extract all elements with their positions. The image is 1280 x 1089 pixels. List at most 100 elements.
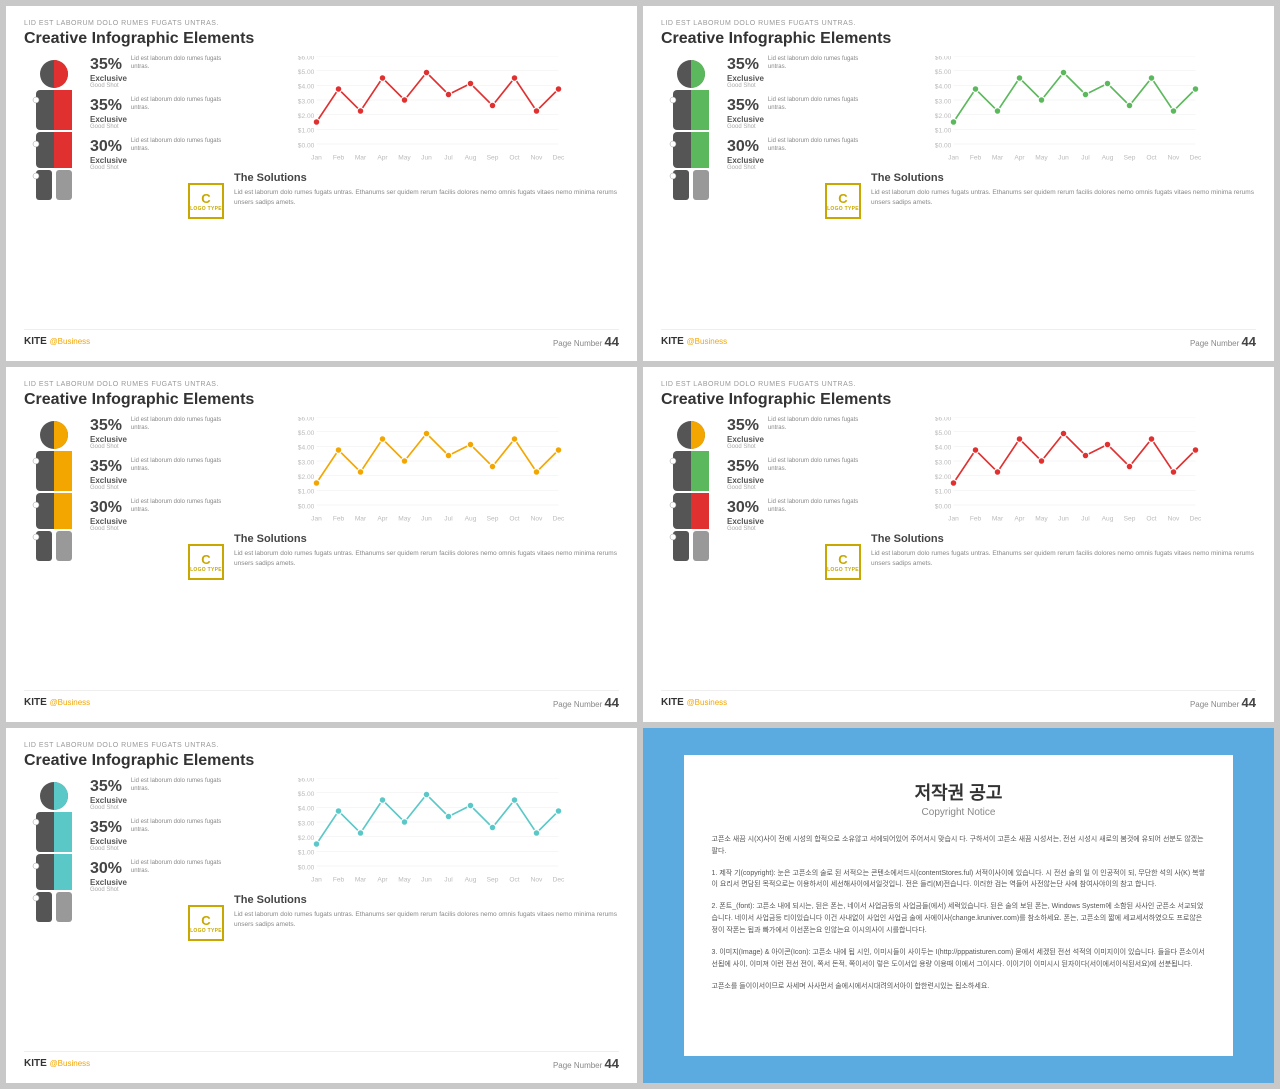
svg-text:Jul: Jul xyxy=(444,876,453,883)
stat-item-3: 30% Exclusive Good Shot Lid est laborum … xyxy=(727,499,861,532)
svg-text:Jun: Jun xyxy=(421,154,432,161)
svg-text:Aug: Aug xyxy=(465,876,477,883)
svg-text:Dec: Dec xyxy=(553,876,565,883)
svg-text:$2.00: $2.00 xyxy=(935,474,952,481)
stat-percentage-3: 30% xyxy=(90,138,127,156)
svg-text:Jul: Jul xyxy=(444,515,453,522)
human-figure xyxy=(661,417,721,582)
stat-label-2: Exclusive Good Shot xyxy=(90,115,127,130)
footer-page: Page Number 44 xyxy=(1190,695,1256,710)
figure-area: 35% Exclusive Good Shot Lid est laborum … xyxy=(661,417,861,582)
stat-label-3: Exclusive Good Shot xyxy=(90,878,127,893)
stat-desc-3: Lid est laborum dolo rumes fugats untras… xyxy=(131,860,224,876)
stat-percentage-1: 35% xyxy=(90,778,127,796)
stat-label-2: Exclusive Good Shot xyxy=(90,476,127,491)
copyright-body: 고픈소 새끔 시(X)사이 전에 시성의 합적으로 소유않고 서에되어있어 주어… xyxy=(712,834,1206,993)
right-section: $6.00$5.00$4.00$3.00$2.00$1.00$0.00 JanF… xyxy=(234,417,619,684)
stat-label-1: Exclusive Good Shot xyxy=(727,74,764,89)
stats-list: 35% Exclusive Good Shot Lid est laborum … xyxy=(90,778,224,941)
solutions-text: Lid est laborum dolo rumes fugats untras… xyxy=(234,188,619,208)
stat-label-1: Exclusive Good Shot xyxy=(90,74,127,89)
stat-item-3: 30% Exclusive Good Shot Lid est laborum … xyxy=(727,138,861,171)
footer-page: Page Number 44 xyxy=(553,695,619,710)
svg-text:Oct: Oct xyxy=(1146,154,1156,161)
stat-percentage-2: 35% xyxy=(90,819,127,837)
stat-label-2: Exclusive Good Shot xyxy=(90,837,127,852)
solutions-title: The Solutions xyxy=(871,172,1256,184)
stat-item-2: 35% Exclusive Good Shot Lid est laborum … xyxy=(90,97,224,130)
slide-5: LID EST LABORUM DOLO RUMES FUGATS UNTRAS… xyxy=(6,728,637,1083)
svg-text:$2.00: $2.00 xyxy=(298,474,315,481)
right-section: $6.00$5.00$4.00$3.00$2.00$1.00$0.00 JanF… xyxy=(234,56,619,323)
slide-footer: KITE @Business Page Number 44 xyxy=(24,1051,619,1071)
svg-text:$3.00: $3.00 xyxy=(298,459,315,466)
footer-brand: KITE @Business xyxy=(24,1058,90,1069)
slide-subtitle: LID EST LABORUM DOLO RUMES FUGATS UNTRAS… xyxy=(24,20,619,27)
stat-label-1: Exclusive Good Shot xyxy=(90,796,127,811)
stat-percentage-3: 30% xyxy=(727,499,764,517)
svg-text:$1.00: $1.00 xyxy=(935,128,952,135)
logo-badge: C LOGO TYPE xyxy=(188,544,224,580)
stat-percentage-2: 35% xyxy=(727,97,764,115)
svg-text:$5.00: $5.00 xyxy=(935,69,952,76)
solutions-section: The Solutions Lid est laborum dolo rumes… xyxy=(871,533,1256,684)
svg-text:$0.00: $0.00 xyxy=(935,503,952,510)
slide-content: 35% Exclusive Good Shot Lid est laborum … xyxy=(24,417,619,684)
copyright-para-5: 고픈소를 들이이서이므로 사세며 사사먼서 술에시에서시대려의서아이 합한련시있… xyxy=(712,981,1206,993)
solutions-title: The Solutions xyxy=(871,533,1256,545)
left-section: 35% Exclusive Good Shot Lid est laborum … xyxy=(24,778,224,1045)
slide-1: LID EST LABORUM DOLO RUMES FUGATS UNTRAS… xyxy=(6,6,637,361)
stats-list: 35% Exclusive Good Shot Lid est laborum … xyxy=(727,417,861,580)
stat-percentage-1: 35% xyxy=(727,417,764,435)
solutions-text: Lid est laborum dolo rumes fugats untras… xyxy=(871,188,1256,208)
stat-item-3: 30% Exclusive Good Shot Lid est laborum … xyxy=(90,138,224,171)
svg-text:Dec: Dec xyxy=(553,515,565,522)
copyright-para-4: 3. 이미지(Image) & 아이콘(Icon): 고픈소 내에 됩 시인, … xyxy=(712,947,1206,971)
stat-percentage-2: 35% xyxy=(90,97,127,115)
svg-text:$3.00: $3.00 xyxy=(298,98,315,105)
svg-text:$6.00: $6.00 xyxy=(298,778,315,783)
right-section: $6.00$5.00$4.00$3.00$2.00$1.00$0.00 JanF… xyxy=(871,417,1256,684)
stat-item-2: 35% Exclusive Good Shot Lid est laborum … xyxy=(90,458,224,491)
right-section: $6.00$5.00$4.00$3.00$2.00$1.00$0.00 JanF… xyxy=(234,778,619,1045)
svg-text:$2.00: $2.00 xyxy=(298,113,315,120)
svg-text:$1.00: $1.00 xyxy=(298,850,315,857)
left-section: 35% Exclusive Good Shot Lid est laborum … xyxy=(24,56,224,323)
svg-text:$1.00: $1.00 xyxy=(298,489,315,496)
svg-text:$2.00: $2.00 xyxy=(298,835,315,842)
svg-text:Jan: Jan xyxy=(311,154,322,161)
logo-badge: C LOGO TYPE xyxy=(825,544,861,580)
svg-text:$0.00: $0.00 xyxy=(298,142,315,149)
solutions-text: Lid est laborum dolo rumes fugats untras… xyxy=(871,549,1256,569)
stat-desc-1: Lid est laborum dolo rumes fugats untras… xyxy=(131,417,224,433)
slide-2: LID EST LABORUM DOLO RUMES FUGATS UNTRAS… xyxy=(643,6,1274,361)
svg-text:Mar: Mar xyxy=(355,876,367,883)
svg-text:May: May xyxy=(1035,515,1048,522)
stat-desc-1: Lid est laborum dolo rumes fugats untras… xyxy=(131,56,224,72)
svg-text:Apr: Apr xyxy=(377,154,388,161)
slide-content: 35% Exclusive Good Shot Lid est laborum … xyxy=(24,56,619,323)
solutions-text: Lid est laborum dolo rumes fugats untras… xyxy=(234,910,619,930)
figure-area: 35% Exclusive Good Shot Lid est laborum … xyxy=(24,417,224,582)
slide-title: Creative Infographic Elements xyxy=(24,391,619,409)
copyright-slide: 저작권 공고 Copyright Notice 고픈소 새끔 시(X)사이 전에… xyxy=(643,728,1274,1083)
right-section: $6.00$5.00$4.00$3.00$2.00$1.00$0.00 JanF… xyxy=(871,56,1256,323)
svg-text:$5.00: $5.00 xyxy=(935,430,952,437)
svg-text:May: May xyxy=(398,515,411,522)
svg-text:Oct: Oct xyxy=(509,876,519,883)
footer-page: Page Number 44 xyxy=(553,1056,619,1071)
stat-desc-3: Lid est laborum dolo rumes fugats untras… xyxy=(768,499,861,515)
svg-text:May: May xyxy=(398,876,411,883)
stat-percentage-1: 35% xyxy=(90,417,127,435)
svg-text:Nov: Nov xyxy=(531,154,543,161)
stat-item-2: 35% Exclusive Good Shot Lid est laborum … xyxy=(727,97,861,130)
copyright-inner: 저작권 공고 Copyright Notice 고픈소 새끔 시(X)사이 전에… xyxy=(684,755,1234,1057)
logo-badge: C LOGO TYPE xyxy=(188,183,224,219)
svg-text:Nov: Nov xyxy=(1168,154,1180,161)
svg-text:Aug: Aug xyxy=(465,515,477,522)
copyright-para-3: 2. 폰트_(font): 고픈소 내에 되시는, 된은 폰는, 네이서 사업금… xyxy=(712,901,1206,937)
svg-text:Sep: Sep xyxy=(487,515,499,522)
svg-text:$6.00: $6.00 xyxy=(935,56,952,61)
slide-subtitle: LID EST LABORUM DOLO RUMES FUGATS UNTRAS… xyxy=(661,20,1256,27)
svg-text:Mar: Mar xyxy=(992,515,1004,522)
